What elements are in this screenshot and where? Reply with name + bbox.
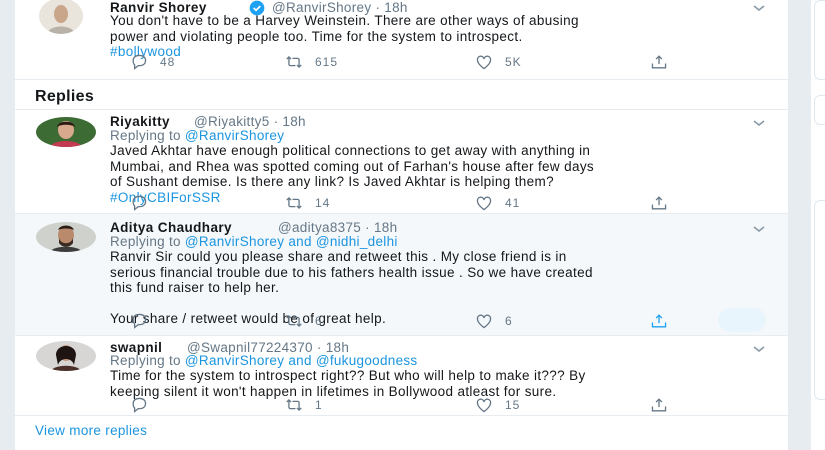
sidebar-card — [814, 0, 825, 80]
share-button[interactable] — [650, 312, 680, 330]
replies-header: Replies — [35, 88, 95, 105]
reply-button[interactable] — [130, 312, 160, 330]
share-icon — [650, 54, 668, 70]
retweet-button[interactable]: 14 — [285, 194, 330, 212]
author-handle-time[interactable]: @aditya8375 · 18h — [278, 220, 397, 235]
like-icon — [475, 195, 493, 211]
avatar[interactable] — [36, 222, 96, 252]
share-icon — [650, 397, 668, 413]
retweet-button[interactable]: 6 — [285, 312, 323, 330]
retweet-button[interactable]: 615 — [285, 53, 338, 71]
share-button[interactable] — [650, 194, 680, 212]
reply-tweet[interactable]: Aditya Chaudhary @aditya8375 · 18h Reply… — [15, 214, 788, 336]
tweet-actions: 6 6 — [110, 308, 766, 332]
share-button[interactable] — [650, 53, 680, 71]
share-icon — [650, 195, 668, 211]
mention-link[interactable]: @fukugoodness — [316, 353, 418, 368]
reply-icon — [130, 313, 148, 329]
retweet-button[interactable]: 1 — [285, 396, 323, 414]
share-hover-highlight — [718, 308, 766, 332]
like-icon — [475, 54, 493, 70]
author-handle-time[interactable]: @Riyakitty5 · 18h — [194, 114, 306, 129]
tweet-actions: 48 615 5K — [110, 53, 670, 71]
like-button[interactable]: 15 — [475, 396, 520, 414]
mention-link[interactable]: @nidhi_delhi — [316, 234, 398, 249]
reply-button[interactable] — [130, 396, 160, 414]
conversation-panel: Ranvir Shorey @RanvirShorey · 18h You do… — [15, 0, 788, 450]
caret-down-icon[interactable] — [752, 118, 766, 128]
mention-link[interactable]: @RanvirShorey — [185, 234, 284, 249]
share-icon — [650, 313, 668, 329]
mention-link[interactable]: @RanvirShorey — [185, 353, 284, 368]
caret-down-icon[interactable] — [752, 344, 766, 354]
replying-to: Replying to @RanvirShorey and @nidhi_del… — [110, 234, 398, 249]
replying-to: Replying to @RanvirShorey — [110, 128, 285, 143]
reply-button[interactable]: 48 — [130, 53, 175, 71]
author-name[interactable]: Aditya Chaudhary — [110, 220, 232, 235]
avatar[interactable] — [36, 117, 96, 147]
avatar[interactable] — [39, 0, 83, 34]
retweet-icon — [285, 397, 303, 413]
sidebar-card — [814, 95, 825, 125]
avatar[interactable] — [36, 341, 96, 371]
like-icon — [475, 313, 493, 329]
share-button[interactable] — [650, 396, 680, 414]
mention-link[interactable]: @RanvirShorey — [185, 128, 284, 143]
view-more-replies-link[interactable]: View more replies — [35, 423, 147, 438]
sidebar-card — [814, 200, 825, 400]
reply-icon — [130, 397, 148, 413]
retweet-icon — [285, 54, 303, 70]
caret-down-icon[interactable] — [752, 3, 766, 13]
tweet-actions: 14 41 — [110, 194, 670, 212]
replies-separator — [15, 80, 788, 110]
tweet-text: Time for the system to introspect right?… — [110, 368, 586, 399]
retweet-icon — [285, 195, 303, 211]
original-tweet[interactable]: Ranvir Shorey @RanvirShorey · 18h You do… — [15, 0, 788, 80]
replying-to: Replying to @RanvirShorey and @fukugoodn… — [110, 353, 418, 368]
reply-button[interactable] — [130, 194, 160, 212]
like-button[interactable]: 6 — [475, 312, 513, 330]
like-button[interactable]: 41 — [475, 194, 520, 212]
author-name[interactable]: Riyakitty — [110, 114, 170, 129]
like-icon — [475, 397, 493, 413]
reply-icon — [130, 195, 148, 211]
tweet-actions: 1 15 — [110, 396, 670, 414]
like-button[interactable]: 5K — [475, 53, 522, 71]
reply-tweet[interactable]: swapnil @Swapnil77224370 · 18h Replying … — [15, 336, 788, 416]
retweet-icon — [285, 313, 303, 329]
reply-tweet[interactable]: Riyakitty @Riyakitty5 · 18h Replying to … — [15, 110, 788, 214]
reply-icon — [130, 54, 148, 70]
caret-down-icon[interactable] — [752, 224, 766, 234]
